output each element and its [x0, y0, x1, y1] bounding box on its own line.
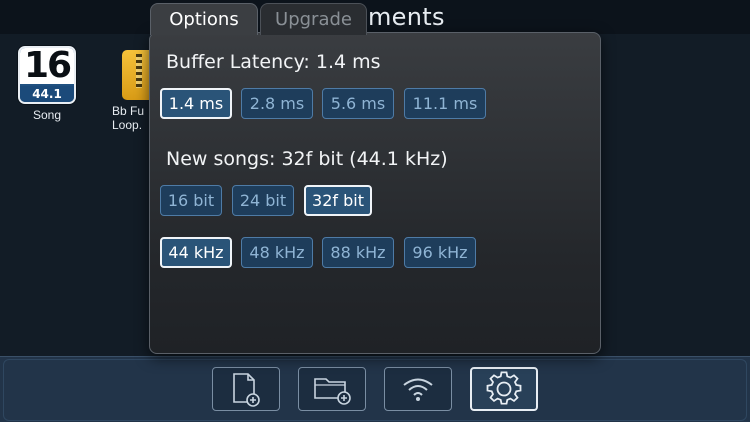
settings-button[interactable]: [470, 367, 538, 411]
rate-option-44[interactable]: 44 kHz: [160, 237, 232, 268]
file-label-song: Song: [32, 108, 62, 122]
window-title: ments: [368, 3, 445, 31]
rate-option-88[interactable]: 88 kHz: [322, 237, 394, 268]
new-folder-button[interactable]: [298, 367, 366, 411]
wifi-icon: [403, 378, 433, 401]
buffer-latency-label: Buffer Latency: 1.4 ms: [166, 51, 381, 73]
latency-option-2-8[interactable]: 2.8 ms: [241, 88, 313, 119]
bottom-dock: [0, 356, 750, 422]
latency-option-11-1[interactable]: 11.1 ms: [404, 88, 486, 119]
new-file-icon: [233, 373, 260, 407]
rate-option-96[interactable]: 96 kHz: [404, 237, 476, 268]
latency-option-5-6[interactable]: 5.6 ms: [322, 88, 394, 119]
new-songs-label: New songs: 32f bit (44.1 kHz): [166, 148, 448, 170]
wifi-share-button[interactable]: [384, 367, 452, 411]
title-bar: ments: [0, 0, 750, 34]
new-file-button[interactable]: [212, 367, 280, 411]
song-badge-bitdepth: 16: [20, 48, 74, 86]
gear-icon: [486, 371, 522, 405]
bit-option-32f[interactable]: 32f bit: [304, 185, 372, 216]
tab-options[interactable]: Options: [150, 3, 258, 35]
song-file-icon: 16 44.1 kHz: [18, 46, 76, 104]
tab-upgrade[interactable]: Upgrade: [260, 3, 367, 35]
bit-option-16[interactable]: 16 bit: [160, 185, 222, 216]
latency-option-1-4[interactable]: 1.4 ms: [160, 88, 232, 119]
rate-option-48[interactable]: 48 kHz: [241, 237, 313, 268]
dock-frame: [3, 359, 747, 421]
new-folder-icon: [314, 378, 351, 405]
zipper-icon: [136, 54, 142, 88]
song-badge-samplerate: 44.1 kHz: [20, 86, 74, 102]
bit-option-24[interactable]: 24 bit: [232, 185, 294, 216]
options-popover: Buffer Latency: 1.4 ms 1.4 ms 2.8 ms 5.6…: [149, 32, 601, 354]
file-song[interactable]: 16 44.1 kHz Song: [14, 46, 80, 122]
